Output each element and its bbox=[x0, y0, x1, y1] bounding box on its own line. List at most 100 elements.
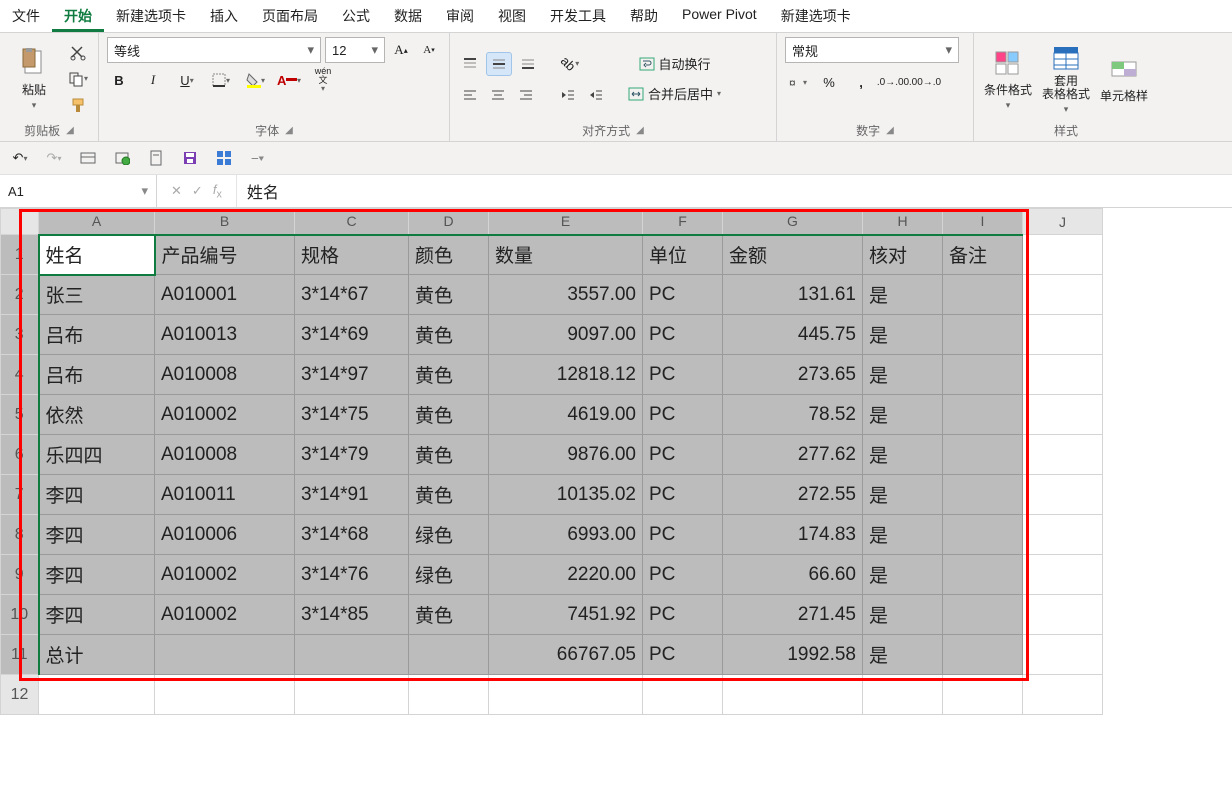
cell-H11[interactable]: 是 bbox=[863, 635, 943, 675]
cell-I3[interactable] bbox=[943, 315, 1023, 355]
cell-C4[interactable]: 3*14*97 bbox=[295, 355, 409, 395]
format-as-table-button[interactable]: 套用 表格格式▾ bbox=[1040, 43, 1092, 115]
cell-B2[interactable]: A010001 bbox=[155, 275, 295, 315]
name-box[interactable]: A1▾ bbox=[0, 175, 157, 207]
cell-I2[interactable] bbox=[943, 275, 1023, 315]
cell-I9[interactable] bbox=[943, 555, 1023, 595]
cell-I5[interactable] bbox=[943, 395, 1023, 435]
undo-button[interactable]: ↶▾ bbox=[8, 147, 32, 169]
col-header-C[interactable]: C bbox=[295, 209, 409, 235]
menu-帮助[interactable]: 帮助 bbox=[618, 0, 670, 32]
cell-E12[interactable] bbox=[489, 675, 643, 715]
menu-数据[interactable]: 数据 bbox=[382, 0, 434, 32]
cell-F3[interactable]: PC bbox=[643, 315, 723, 355]
font-size-combo[interactable]: 12▾ bbox=[325, 37, 385, 63]
menu-视图[interactable]: 视图 bbox=[486, 0, 538, 32]
row-header-7[interactable]: 7 bbox=[1, 475, 39, 515]
cell-C2[interactable]: 3*14*67 bbox=[295, 275, 409, 315]
merge-center-button[interactable]: 合并后居中▾ bbox=[624, 83, 725, 105]
cell-A1[interactable]: 姓名 bbox=[39, 235, 155, 275]
cell-D7[interactable]: 黄色 bbox=[409, 475, 489, 515]
grid[interactable]: ABCDEFGHIJ1姓名产品编号规格颜色数量单位金额核对备注2张三A01000… bbox=[0, 208, 1103, 715]
cell-E6[interactable]: 9876.00 bbox=[489, 435, 643, 475]
cell-B8[interactable]: A010006 bbox=[155, 515, 295, 555]
cell-C3[interactable]: 3*14*69 bbox=[295, 315, 409, 355]
cell-H7[interactable]: 是 bbox=[863, 475, 943, 515]
col-header-G[interactable]: G bbox=[723, 209, 863, 235]
cell-C7[interactable]: 3*14*91 bbox=[295, 475, 409, 515]
cell-A10[interactable]: 李四 bbox=[39, 595, 155, 635]
cell-H1[interactable]: 核对 bbox=[863, 235, 943, 275]
bold-button[interactable]: B bbox=[107, 69, 131, 91]
cell-C1[interactable]: 规格 bbox=[295, 235, 409, 275]
conditional-format-button[interactable]: 条件格式▾ bbox=[982, 43, 1034, 115]
cell-H8[interactable]: 是 bbox=[863, 515, 943, 555]
align-top-button[interactable] bbox=[458, 53, 482, 75]
cell-D2[interactable]: 黄色 bbox=[409, 275, 489, 315]
col-header-B[interactable]: B bbox=[155, 209, 295, 235]
paste-button[interactable]: 粘贴 ▾ bbox=[8, 43, 60, 115]
number-format-combo[interactable]: 常规▾ bbox=[785, 37, 959, 63]
cell-A7[interactable]: 李四 bbox=[39, 475, 155, 515]
cell-G3[interactable]: 445.75 bbox=[723, 315, 863, 355]
menu-开发工具[interactable]: 开发工具 bbox=[538, 0, 618, 32]
row-header-6[interactable]: 6 bbox=[1, 435, 39, 475]
cell-J5[interactable] bbox=[1023, 395, 1103, 435]
cell-H4[interactable]: 是 bbox=[863, 355, 943, 395]
font-name-combo[interactable]: 等线▾ bbox=[107, 37, 321, 63]
cell-D12[interactable] bbox=[409, 675, 489, 715]
increase-indent-button[interactable] bbox=[584, 84, 608, 106]
row-header-1[interactable]: 1 bbox=[1, 235, 39, 275]
orientation-button[interactable]: ab▾ bbox=[558, 53, 582, 75]
cell-C6[interactable]: 3*14*79 bbox=[295, 435, 409, 475]
cell-F10[interactable]: PC bbox=[643, 595, 723, 635]
menu-插入[interactable]: 插入 bbox=[198, 0, 250, 32]
percent-button[interactable]: % bbox=[817, 71, 841, 93]
cell-E8[interactable]: 6993.00 bbox=[489, 515, 643, 555]
cell-B6[interactable]: A010008 bbox=[155, 435, 295, 475]
decrease-font-button[interactable]: A▾ bbox=[417, 39, 441, 61]
font-color-button[interactable]: A▾ bbox=[277, 69, 301, 91]
cell-D3[interactable]: 黄色 bbox=[409, 315, 489, 355]
cell-F5[interactable]: PC bbox=[643, 395, 723, 435]
col-header-H[interactable]: H bbox=[863, 209, 943, 235]
col-header-D[interactable]: D bbox=[409, 209, 489, 235]
cell-B5[interactable]: A010002 bbox=[155, 395, 295, 435]
cell-E1[interactable]: 数量 bbox=[489, 235, 643, 275]
menu-Power Pivot[interactable]: Power Pivot bbox=[670, 0, 769, 32]
cell-E11[interactable]: 66767.05 bbox=[489, 635, 643, 675]
cell-H3[interactable]: 是 bbox=[863, 315, 943, 355]
cell-C8[interactable]: 3*14*68 bbox=[295, 515, 409, 555]
cell-F6[interactable]: PC bbox=[643, 435, 723, 475]
cell-H9[interactable]: 是 bbox=[863, 555, 943, 595]
cell-C12[interactable] bbox=[295, 675, 409, 715]
qat-button-2[interactable] bbox=[110, 147, 134, 169]
cell-F4[interactable]: PC bbox=[643, 355, 723, 395]
cell-G6[interactable]: 277.62 bbox=[723, 435, 863, 475]
cell-F12[interactable] bbox=[643, 675, 723, 715]
cell-G10[interactable]: 271.45 bbox=[723, 595, 863, 635]
cell-I12[interactable] bbox=[943, 675, 1023, 715]
cell-E7[interactable]: 10135.02 bbox=[489, 475, 643, 515]
cell-H5[interactable]: 是 bbox=[863, 395, 943, 435]
cell-J2[interactable] bbox=[1023, 275, 1103, 315]
cell-F1[interactable]: 单位 bbox=[643, 235, 723, 275]
cell-E3[interactable]: 9097.00 bbox=[489, 315, 643, 355]
cell-J7[interactable] bbox=[1023, 475, 1103, 515]
cell-F11[interactable]: PC bbox=[643, 635, 723, 675]
decrease-decimal-button[interactable]: .00→.0 bbox=[913, 71, 937, 93]
row-header-10[interactable]: 10 bbox=[1, 595, 39, 635]
cell-G5[interactable]: 78.52 bbox=[723, 395, 863, 435]
cell-G4[interactable]: 273.65 bbox=[723, 355, 863, 395]
cell-styles-button[interactable]: 单元格样 bbox=[1098, 43, 1150, 115]
row-header-4[interactable]: 4 bbox=[1, 355, 39, 395]
menu-页面布局[interactable]: 页面布局 bbox=[250, 0, 330, 32]
cell-J10[interactable] bbox=[1023, 595, 1103, 635]
cell-J8[interactable] bbox=[1023, 515, 1103, 555]
menu-审阅[interactable]: 审阅 bbox=[434, 0, 486, 32]
redo-button[interactable]: ↷▾ bbox=[42, 147, 66, 169]
cell-D4[interactable]: 黄色 bbox=[409, 355, 489, 395]
phonetic-button[interactable]: wén文▾ bbox=[311, 69, 335, 91]
increase-font-button[interactable]: A▴ bbox=[389, 39, 413, 61]
cell-A3[interactable]: 吕布 bbox=[39, 315, 155, 355]
